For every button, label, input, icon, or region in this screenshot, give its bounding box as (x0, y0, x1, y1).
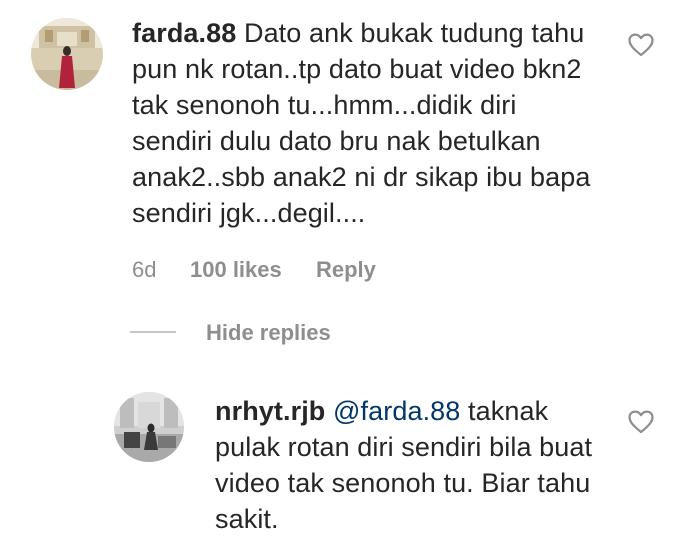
reply-text-line: pulak rotan diri sendiri bila buat (215, 432, 593, 462)
comment-text-line: anak2..sbb anak2 ni dr sikap ibu bapa (132, 162, 591, 192)
commenter-avatar[interactable] (31, 18, 103, 90)
reply-username[interactable]: nrhyt.rjb (215, 396, 325, 426)
reply-mention-link[interactable]: @farda.88 (333, 396, 460, 426)
hide-replies-button[interactable]: Hide replies (206, 320, 331, 346)
comment-text-line: sendiri jgk...degil.... (132, 198, 366, 228)
like-heart-icon[interactable] (628, 410, 654, 434)
comment-text-line: sendiri dulu dato bru nak betulkan (132, 126, 541, 156)
comment-time: 6d (132, 257, 157, 282)
replies-divider (130, 331, 176, 333)
comment-meta: 6d 100 likes Reply (0, 257, 700, 285)
comment-body: farda.88 Dato ank bukak tudung tahu pun … (132, 15, 622, 231)
reply-body: nrhyt.rjb @farda.88 taknak pulak rotan d… (215, 393, 615, 537)
reply-text-line: taknak (468, 396, 549, 426)
reply-avatar[interactable] (114, 392, 184, 462)
reply-text-line: video tak senonoh tu. Biar tahu (215, 468, 591, 498)
comment-username[interactable]: farda.88 (132, 18, 236, 48)
like-heart-icon[interactable] (628, 33, 654, 57)
likes-count[interactable]: 100 likes (190, 257, 282, 283)
avatar-photo (114, 392, 184, 462)
reply-button[interactable]: Reply (316, 257, 376, 283)
comments-screen: farda.88 Dato ank bukak tudung tahu pun … (0, 0, 700, 541)
comment-text-line: pun nk rotan..tp dato buat video bkn2 (132, 54, 582, 84)
comment-text-line: tak senonoh tu...hmm...didik diri (132, 90, 517, 120)
reply-text-line: sakit. (215, 504, 279, 534)
comment-text-line: Dato ank bukak tudung tahu (243, 18, 585, 48)
avatar-photo (31, 18, 103, 90)
